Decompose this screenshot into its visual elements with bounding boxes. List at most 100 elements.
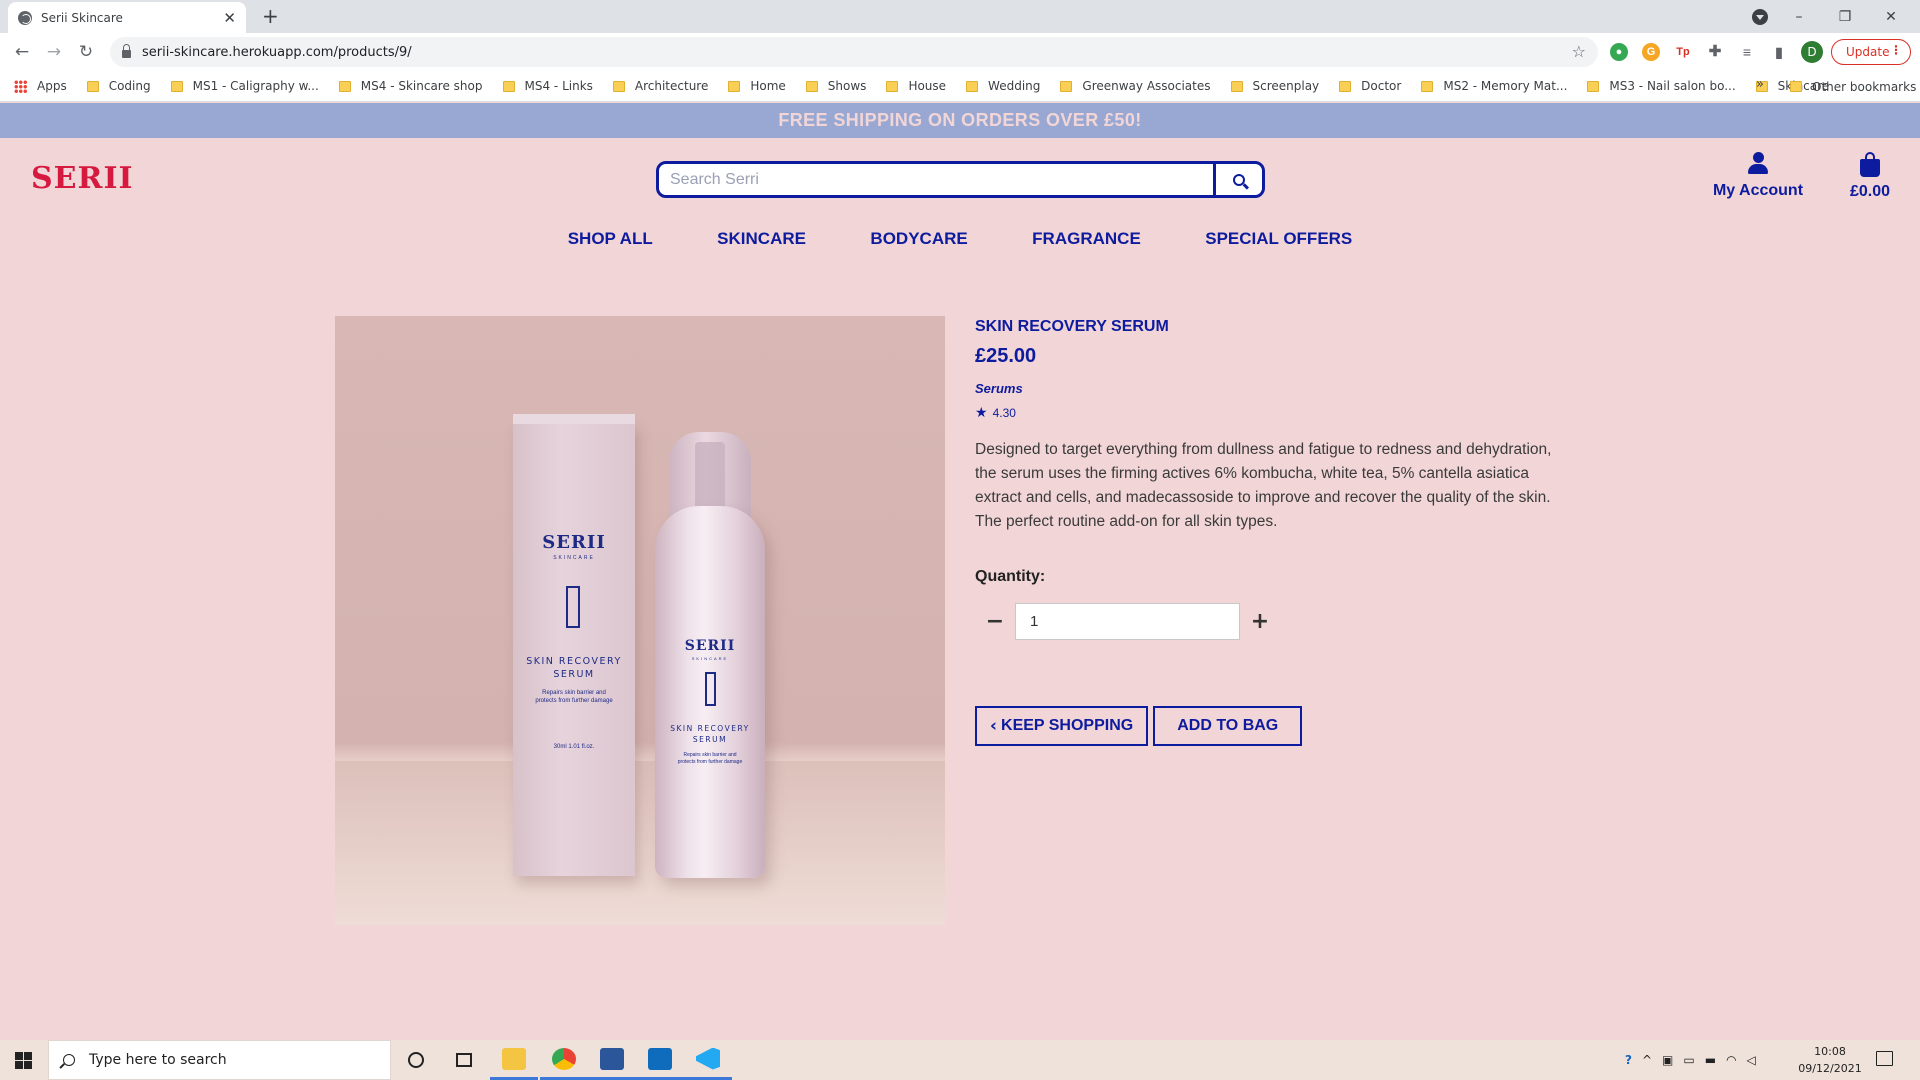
- menu-dots-icon: ⋮: [1890, 43, 1902, 57]
- update-button[interactable]: Update ⋮: [1831, 39, 1911, 65]
- my-account-label: My Account: [1712, 182, 1804, 199]
- nav-fragrance[interactable]: FRAGRANCE: [1032, 229, 1141, 249]
- add-to-bag-label: ADD TO BAG: [1177, 717, 1279, 734]
- increment-button[interactable]: +: [1240, 604, 1280, 640]
- back-icon[interactable]: ←: [6, 42, 38, 62]
- search-button[interactable]: [1213, 164, 1262, 195]
- box-brand-sub: SKINCARE: [553, 555, 595, 561]
- bookmark-item[interactable]: Architecture: [612, 79, 708, 93]
- meet-icon[interactable]: ▣: [1662, 1053, 1673, 1067]
- product-category-link[interactable]: Serums: [975, 381, 1023, 396]
- folder-icon: [612, 80, 625, 92]
- close-window-icon[interactable]: ✕: [1868, 9, 1914, 25]
- clock-time: 10:08: [1814, 1045, 1846, 1058]
- product-rating: ★ 4.30: [975, 405, 1575, 421]
- quantity-stepper: − +: [975, 603, 1575, 640]
- word-icon[interactable]: [588, 1040, 636, 1080]
- taskbar-clock[interactable]: 10:08 09/12/2021: [1790, 1043, 1870, 1077]
- tab-search-icon[interactable]: [1752, 9, 1768, 25]
- bookmark-item[interactable]: Doctor: [1339, 79, 1401, 93]
- extension-orange-icon[interactable]: G: [1642, 43, 1660, 61]
- folder-icon: [1587, 80, 1600, 92]
- keep-shopping-button[interactable]: ‹ KEEP SHOPPING: [975, 706, 1149, 746]
- search-input[interactable]: [659, 164, 1213, 195]
- bookmark-item[interactable]: Home: [728, 79, 786, 93]
- taskbar-search[interactable]: Type here to search: [48, 1040, 391, 1080]
- puzzle-icon[interactable]: ✚: [1706, 43, 1724, 61]
- nav-special-offers[interactable]: SPECIAL OFFERS: [1205, 229, 1352, 249]
- bookmark-item[interactable]: Greenway Associates: [1060, 79, 1211, 93]
- windows-taskbar: Type here to search ? ^ ▣ ▭ ▬ ◠ ◁ 10:08 …: [0, 1040, 1920, 1080]
- chrome-icon[interactable]: [540, 1040, 588, 1080]
- close-icon[interactable]: ✕: [223, 9, 236, 27]
- bookmark-item[interactable]: MS4 - Links: [502, 79, 593, 93]
- browser-tab[interactable]: Serii Skincare ✕: [8, 2, 246, 33]
- volume-icon[interactable]: ◁: [1747, 1053, 1756, 1067]
- apps-grid-icon: [14, 79, 27, 93]
- wifi-icon[interactable]: ◠: [1726, 1053, 1736, 1067]
- decrement-button[interactable]: −: [975, 604, 1015, 640]
- bookmark-item[interactable]: Wedding: [966, 79, 1040, 93]
- cortana-icon[interactable]: [392, 1040, 440, 1080]
- chevron-up-icon[interactable]: ^: [1642, 1053, 1652, 1067]
- folder-icon: [502, 80, 515, 92]
- browser-toolbar: ← → ↻ serii-skincare.herokuapp.com/produ…: [0, 33, 1920, 71]
- file-explorer-icon[interactable]: [490, 1040, 538, 1080]
- site-logo[interactable]: SERII: [31, 161, 134, 196]
- address-bar[interactable]: serii-skincare.herokuapp.com/products/9/…: [110, 37, 1598, 67]
- shopping-bag-link[interactable]: £0.00: [1840, 150, 1900, 201]
- extension-green-icon[interactable]: ●: [1610, 43, 1628, 61]
- new-tab-button[interactable]: +: [262, 4, 279, 28]
- restore-icon[interactable]: ❐: [1822, 9, 1868, 25]
- product-bottle: SERII SKINCARE SKIN RECOVERY SERUM Repai…: [655, 506, 765, 878]
- product-description: Designed to target everything from dulln…: [975, 441, 1552, 530]
- folder-icon: [338, 80, 351, 92]
- system-tray: ? ^ ▣ ▭ ▬ ◠ ◁: [1625, 1040, 1756, 1080]
- bookmark-star-icon[interactable]: ☆: [1572, 42, 1586, 61]
- lock-icon: [122, 44, 131, 58]
- product-box: SERII SKINCARE SKIN RECOVERY SERUM Repai…: [513, 414, 635, 876]
- display-icon[interactable]: ▭: [1683, 1053, 1694, 1067]
- bookmark-item[interactable]: MS4 - Skincare shop: [338, 79, 483, 93]
- add-to-bag-button[interactable]: ADD TO BAG: [1153, 706, 1303, 746]
- product-actions: ‹ KEEP SHOPPING ADD TO BAG: [975, 706, 1575, 746]
- outlook-icon[interactable]: [636, 1040, 684, 1080]
- bookmark-item[interactable]: Coding: [86, 79, 151, 93]
- folder-icon: [1339, 80, 1352, 92]
- more-bookmarks-icon[interactable]: »: [1756, 77, 1764, 92]
- battery-icon[interactable]: ▬: [1705, 1053, 1716, 1067]
- task-view-icon[interactable]: [440, 1040, 488, 1080]
- help-icon[interactable]: ?: [1625, 1053, 1632, 1067]
- side-panel-icon[interactable]: ▮: [1770, 43, 1788, 61]
- notifications-icon[interactable]: [1876, 1051, 1893, 1066]
- extensions: ● G Tp ✚ ≡ ▮: [1610, 43, 1788, 61]
- quantity-input[interactable]: [1015, 603, 1240, 640]
- box-product-name: SKIN RECOVERY SERUM: [526, 656, 622, 681]
- profile-avatar[interactable]: D: [1801, 41, 1823, 63]
- my-account-link[interactable]: My Account: [1706, 150, 1810, 200]
- bookmark-item[interactable]: MS2 - Memory Mat...: [1421, 79, 1567, 93]
- chevron-left-icon: ‹: [990, 716, 998, 736]
- nav-shop-all[interactable]: SHOP ALL: [568, 229, 653, 249]
- update-label: Update: [1846, 45, 1890, 59]
- folder-icon: [886, 80, 899, 92]
- user-icon: [1747, 152, 1769, 176]
- extension-tp-icon[interactable]: Tp: [1674, 43, 1692, 61]
- bookmark-item[interactable]: MS1 - Caligraphy w...: [170, 79, 319, 93]
- bookmark-apps[interactable]: Apps: [14, 79, 67, 93]
- nav-bodycare[interactable]: BODYCARE: [870, 229, 967, 249]
- bookmark-item[interactable]: House: [886, 79, 946, 93]
- vscode-icon[interactable]: [684, 1040, 732, 1080]
- globe-icon: [18, 10, 32, 25]
- bookmark-item[interactable]: Shows: [805, 79, 866, 93]
- bookmark-item[interactable]: Screenplay: [1230, 79, 1319, 93]
- browser-tab-strip: Serii Skincare ✕ + – ❐ ✕: [0, 0, 1920, 33]
- other-bookmarks[interactable]: Other bookmarks: [1790, 71, 1916, 102]
- minimize-icon[interactable]: –: [1776, 9, 1822, 25]
- nav-skincare[interactable]: SKINCARE: [717, 229, 806, 249]
- reload-icon[interactable]: ↻: [70, 42, 102, 62]
- windows-start-icon[interactable]: [0, 1040, 46, 1080]
- bookmark-item[interactable]: MS3 - Nail salon bo...: [1587, 79, 1736, 93]
- forward-icon[interactable]: →: [38, 42, 70, 62]
- reading-list-icon[interactable]: ≡: [1738, 43, 1756, 61]
